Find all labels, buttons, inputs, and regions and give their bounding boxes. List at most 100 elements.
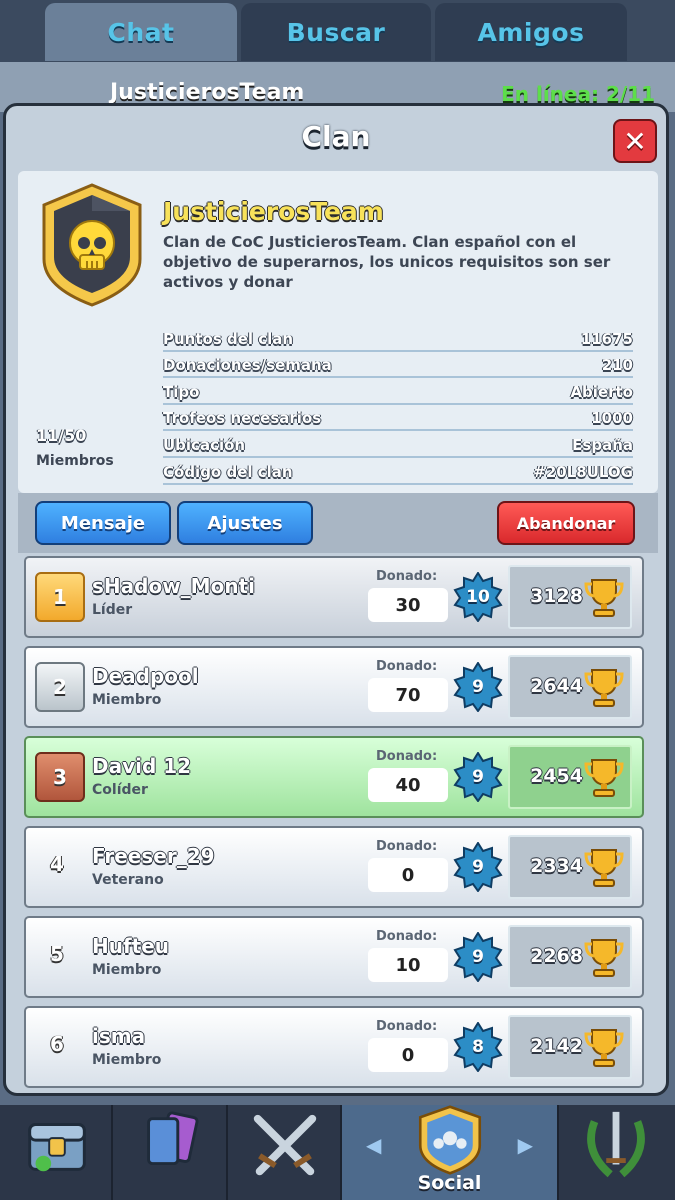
member-name: sHadow_Monti [92, 574, 255, 598]
nav-battle[interactable] [228, 1105, 342, 1200]
donated-value: 10 [368, 948, 448, 982]
level-value: 10 [466, 587, 490, 607]
donated-label: Donado: [376, 749, 438, 764]
cards-icon [147, 1111, 199, 1166]
chevron-right-icon[interactable]: ▶ [518, 1133, 533, 1157]
donated-label: Donado: [376, 569, 438, 584]
donated-label: Donado: [376, 839, 438, 854]
level-value: 9 [472, 767, 484, 787]
trophy-icon [584, 669, 624, 707]
trophy-box: 2644 [508, 655, 632, 719]
tab-buscar[interactable]: Buscar [241, 3, 431, 61]
member-role: Miembro [92, 962, 162, 978]
member-row[interactable]: 2 Deadpool Miembro Donado: 70 9 2644 [24, 646, 644, 728]
donated-label: Donado: [376, 1019, 438, 1034]
member-row[interactable]: 6 isma Miembro Donado: 0 8 2142 [24, 1006, 644, 1088]
stat-row: Ubicación España [163, 431, 633, 458]
rank-badge: 2 [35, 662, 85, 712]
settings-button[interactable]: Ajustes [177, 501, 313, 545]
stat-value: 210 [601, 356, 633, 375]
member-row-current-user[interactable]: 3 David 12 Colíder Donado: 40 9 2454 [24, 736, 644, 818]
donated-value: 70 [368, 678, 448, 712]
nav-cards[interactable] [113, 1105, 228, 1200]
members-count: 11/50 [36, 426, 87, 445]
trophy-value: 2334 [530, 855, 583, 877]
trophy-box: 2334 [508, 835, 632, 899]
clan-name: JusticierosTeam [163, 197, 384, 226]
member-role: Veterano [92, 872, 164, 888]
clan-stats: Puntos del clan 11675 Donaciones/semana 21… [163, 325, 633, 485]
trophy-box: 2454 [508, 745, 632, 809]
trophy-icon [584, 1029, 624, 1067]
leave-clan-button[interactable]: Abandonar [497, 501, 635, 545]
donated-value: 0 [368, 858, 448, 892]
stat-label: Ubicación [163, 435, 246, 454]
rank-number: 6 [50, 1032, 64, 1056]
members-label: Miembros [36, 453, 114, 469]
chest-icon [28, 1123, 86, 1172]
member-row[interactable]: 5 Hufteu Miembro Donado: 10 9 2268 [24, 916, 644, 998]
stat-row: Trofeos necesarios 1000 [163, 405, 633, 432]
member-row[interactable]: 1 sHadow_Monti Líder Donado: 30 10 3128 [24, 556, 644, 638]
laurel-sword-icon [587, 1111, 645, 1178]
crossed-swords-icon [253, 1114, 317, 1176]
trophy-value: 2644 [530, 675, 583, 697]
trophy-icon [584, 849, 624, 887]
member-role: Miembro [92, 692, 162, 708]
stat-row: Donaciones/semana 210 [163, 352, 633, 379]
member-name: Hufteu [92, 934, 170, 958]
clan-modal: Clan ✕ JusticierosTeam Clan de CoC Justi… [3, 103, 669, 1096]
stat-row: Puntos del clan 11675 [163, 325, 633, 352]
stat-value: 1000 [591, 409, 633, 428]
stat-value: Abierto [570, 382, 633, 401]
nav-tournaments[interactable] [559, 1105, 675, 1200]
stat-value: #20L8ULOG [533, 462, 633, 481]
rank-number: 5 [50, 942, 64, 966]
stat-label: Tipo [163, 382, 200, 401]
trophy-box: 2268 [508, 925, 632, 989]
donated-value: 40 [368, 768, 448, 802]
stat-value: 11675 [580, 329, 633, 348]
member-name: Deadpool [92, 664, 199, 688]
message-button[interactable]: Mensaje [35, 501, 171, 545]
member-role: Miembro [92, 1052, 162, 1068]
stat-label: Puntos del clan [163, 329, 294, 348]
rank-badge: 3 [35, 752, 85, 802]
member-name: Freeser_29 [92, 844, 215, 868]
nav-social[interactable]: ◀ ▶ Social [342, 1105, 559, 1200]
tab-chat[interactable]: Chat [45, 3, 237, 61]
close-icon: ✕ [623, 124, 647, 158]
bottom-navigation: ◀ ▶ Social [0, 1105, 675, 1200]
action-bar: Mensaje Ajustes Abandonar [18, 493, 658, 553]
nav-shop[interactable] [0, 1105, 113, 1200]
close-button[interactable]: ✕ [613, 119, 657, 163]
donated-label: Donado: [376, 659, 438, 674]
member-role: Líder [92, 602, 133, 618]
member-role: Colíder [92, 782, 148, 798]
clan-badge-skull-icon [42, 183, 142, 307]
tab-amigos[interactable]: Amigos [435, 3, 627, 61]
clan-shield-icon [418, 1105, 482, 1175]
trophy-icon [584, 579, 624, 617]
top-tab-bar: Chat Buscar Amigos [0, 0, 675, 62]
stat-label: Trofeos necesarios [163, 409, 322, 428]
level-value: 9 [472, 857, 484, 877]
stat-row: Tipo Abierto [163, 378, 633, 405]
clan-description: Clan de CoC JusticierosTeam. Clan españo… [163, 233, 611, 291]
trophy-box: 2142 [508, 1015, 632, 1079]
trophy-value: 2142 [530, 1035, 583, 1057]
chevron-left-icon[interactable]: ◀ [366, 1133, 381, 1157]
donated-label: Donado: [376, 929, 438, 944]
background-clan-name: JusticierosTeam [110, 80, 305, 105]
member-name: isma [92, 1024, 146, 1048]
donated-value: 0 [368, 1038, 448, 1072]
trophy-box: 3128 [508, 565, 632, 629]
member-name: David 12 [92, 754, 192, 778]
level-value: 9 [472, 947, 484, 967]
trophy-value: 2268 [530, 945, 583, 967]
trophy-value: 3128 [530, 585, 583, 607]
member-row[interactable]: 4 Freeser_29 Veterano Donado: 0 9 2334 [24, 826, 644, 908]
trophy-icon [584, 939, 624, 977]
donated-value: 30 [368, 588, 448, 622]
stat-value: España [572, 435, 633, 454]
